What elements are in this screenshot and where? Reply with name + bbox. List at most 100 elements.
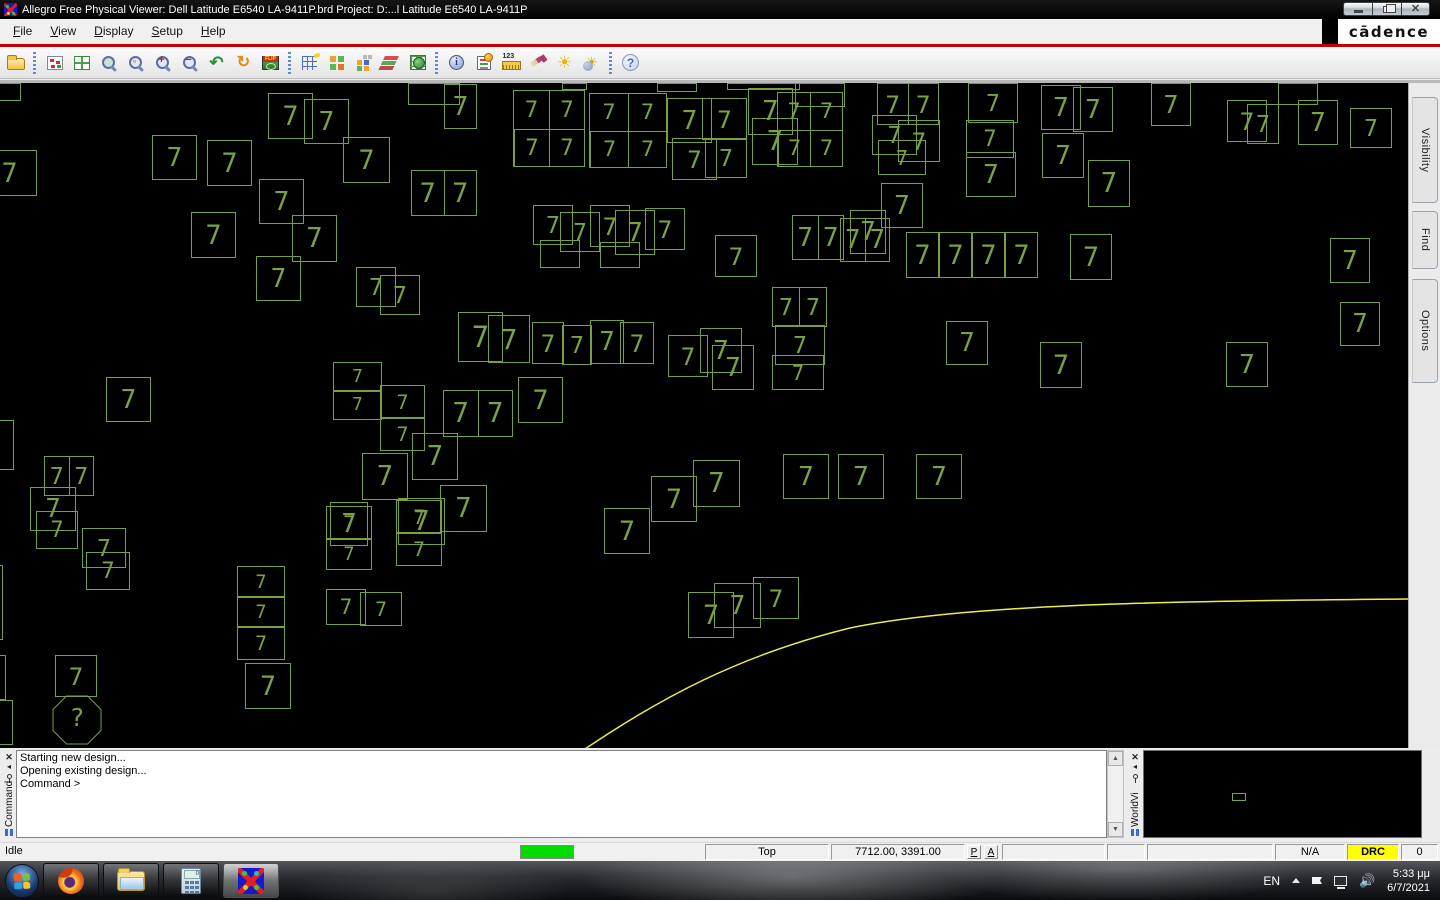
tab-find[interactable]: Find: [1412, 211, 1438, 269]
help-button[interactable]: [617, 49, 644, 76]
component-footprint[interactable]: 7: [412, 433, 458, 480]
component-footprint[interactable]: 7: [916, 454, 962, 499]
component-footprint[interactable]: 7: [360, 592, 402, 626]
show-element-button[interactable]: [443, 49, 470, 76]
component-footprint[interactable]: 7: [106, 377, 151, 422]
tab-visibility[interactable]: Visibility: [1412, 97, 1438, 203]
zoom-points-button[interactable]: [68, 49, 95, 76]
taskbar-firefox-button[interactable]: [43, 863, 99, 898]
zoom-selection-button[interactable]: ▫: [122, 49, 149, 76]
component-footprint[interactable]: 7: [1330, 238, 1370, 283]
component-footprint[interactable]: [562, 83, 587, 90]
component-footprint[interactable]: 7: [604, 508, 650, 554]
component-footprint[interactable]: 7: [326, 506, 372, 540]
component-footprint[interactable]: 7: [396, 500, 442, 534]
component-footprint[interactable]: 7: [440, 485, 487, 532]
component-footprint[interactable]: 7: [1247, 104, 1279, 144]
component-footprint[interactable]: 7: [292, 215, 337, 262]
component-footprint[interactable]: [540, 240, 580, 268]
zoom-out-button[interactable]: −: [176, 49, 203, 76]
taskbar-explorer-button[interactable]: [103, 863, 159, 898]
component-footprint[interactable]: 7: [488, 315, 530, 363]
component-footprint[interactable]: 7: [620, 322, 654, 364]
zoom-fit-button[interactable]: [41, 49, 68, 76]
hidden-icons-button[interactable]: [1291, 878, 1300, 883]
start-button[interactable]: [5, 863, 39, 898]
component-footprint[interactable]: 7: [380, 275, 420, 315]
active-layer-field[interactable]: Top: [705, 844, 829, 860]
component-footprint[interactable]: 7: [702, 98, 747, 140]
action-center-button[interactable]: [1311, 877, 1322, 884]
scroll-up-icon[interactable]: ▲: [1108, 751, 1123, 766]
worldview-viewport-rect[interactable]: [1232, 793, 1246, 801]
flip-design-button[interactable]: [257, 49, 284, 76]
component-footprint[interactable]: 7: [1042, 133, 1084, 178]
component-footprint[interactable]: 7: [1073, 87, 1113, 132]
component-footprint[interactable]: 7: [0, 150, 37, 196]
component-footprint[interactable]: 7: [237, 626, 285, 660]
component-footprint[interactable]: 7: [968, 83, 1018, 123]
component-footprint[interactable]: 7: [207, 140, 252, 186]
component-footprint[interactable]: 7: [1005, 232, 1038, 278]
component-footprint[interactable]: 7: [1298, 100, 1338, 145]
taskbar-allegro-button[interactable]: [223, 863, 279, 898]
component-footprint[interactable]: [795, 83, 845, 107]
component-footprint[interactable]: 7: [1088, 160, 1130, 207]
component-footprint[interactable]: 7: [772, 355, 824, 390]
component-footprint[interactable]: [727, 83, 800, 90]
worldview-collapse-icon[interactable]: ◂: [1133, 762, 1137, 771]
component-footprint[interactable]: 7: [532, 322, 564, 364]
component-footprint[interactable]: 7: [753, 577, 799, 619]
open-file-button[interactable]: [2, 49, 29, 76]
worldview-canvas[interactable]: [1143, 750, 1422, 838]
application-mode-button[interactable]: A: [984, 845, 998, 859]
component-footprint[interactable]: 7: [191, 212, 236, 258]
component-footprint[interactable]: 7: [590, 320, 624, 364]
component-footprint[interactable]: 7: [972, 232, 1005, 278]
command-collapse-icon[interactable]: ◂: [7, 762, 11, 771]
undo-view-button[interactable]: ↶: [203, 49, 230, 76]
component-footprint[interactable]: 7: [878, 140, 926, 175]
tab-options[interactable]: Options: [1412, 279, 1438, 383]
drc-button[interactable]: DRC: [1347, 844, 1399, 860]
component-footprint[interactable]: [0, 565, 3, 640]
component-footprint[interactable]: 7: [245, 663, 291, 709]
command-pin-icon[interactable]: [6, 774, 12, 783]
menu-file[interactable]: File: [4, 21, 41, 42]
dehighlight-button[interactable]: ☀: [578, 49, 605, 76]
restore-button[interactable]: [1372, 2, 1401, 16]
component-footprint[interactable]: 7: [0, 655, 6, 700]
grid-toggle-button[interactable]: [296, 49, 323, 76]
pick-grid-button[interactable]: P: [967, 845, 981, 859]
component-footprint[interactable]: 7: [152, 135, 197, 180]
component-footprint[interactable]: 7: [715, 235, 757, 277]
component-footprint[interactable]: [600, 242, 640, 268]
component-footprint[interactable]: 77: [840, 218, 890, 262]
component-footprint[interactable]: 7: [380, 385, 425, 419]
global-visibility-button[interactable]: [404, 49, 431, 76]
component-footprint[interactable]: 7777: [513, 90, 585, 167]
language-indicator[interactable]: EN: [1263, 874, 1280, 888]
close-button[interactable]: ✕: [1401, 2, 1430, 16]
component-footprint[interactable]: 7: [36, 511, 78, 549]
component-footprint[interactable]: [657, 83, 697, 92]
component-footprint[interactable]: 7: [906, 232, 939, 278]
component-footprint[interactable]: 7: [396, 532, 442, 566]
component-footprint[interactable]: 7: [86, 552, 130, 590]
component-footprint[interactable]: 77: [792, 215, 844, 260]
component-footprint[interactable]: 7: [237, 566, 285, 598]
component-footprint[interactable]: 7: [333, 362, 382, 392]
component-footprint[interactable]: 7: [712, 345, 754, 390]
component-footprint[interactable]: 7: [1151, 83, 1191, 126]
minimize-button[interactable]: [1343, 2, 1372, 16]
component-footprint[interactable]: 7: [1350, 108, 1392, 148]
component-footprint[interactable]: 7: [1226, 342, 1268, 387]
worldview-pin-icon[interactable]: [1132, 774, 1138, 783]
clear-highlight-button[interactable]: [524, 49, 551, 76]
volume-button[interactable]: 🔊: [1359, 873, 1375, 889]
zoom-in-button[interactable]: +: [149, 49, 176, 76]
taskbar-calculator-button[interactable]: [163, 863, 219, 898]
component-octagon[interactable]: ?: [52, 695, 102, 745]
component-footprint[interactable]: 7: [562, 325, 592, 365]
component-footprint[interactable]: 7: [946, 321, 988, 365]
